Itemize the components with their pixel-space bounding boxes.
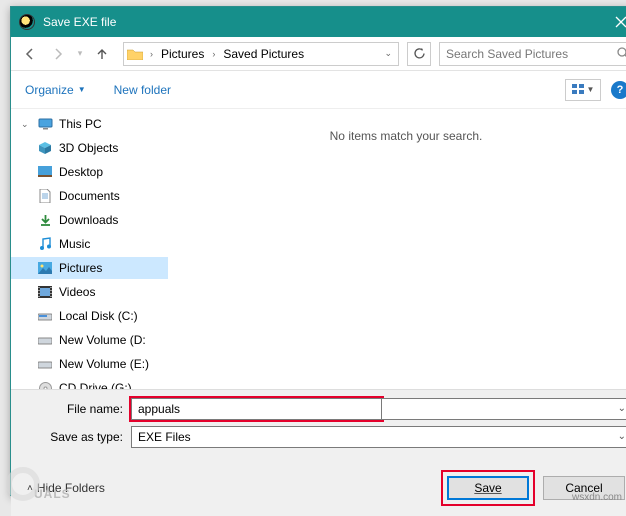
file-list: No items match your search. bbox=[169, 109, 626, 389]
tree-node[interactable]: Local Disk (C:) bbox=[11, 305, 168, 327]
tree-node[interactable]: CD Drive (G:) bbox=[11, 377, 168, 389]
chevron-down-icon: ⌄ bbox=[618, 403, 626, 414]
tree-node[interactable]: Downloads bbox=[11, 209, 168, 231]
chevron-right-icon: › bbox=[146, 49, 157, 59]
save-panel: File name: appuals ⌄ Save as type: EXE F… bbox=[11, 389, 626, 516]
chevron-down-icon: ▼ bbox=[587, 85, 595, 94]
view-icon bbox=[572, 84, 585, 95]
document-icon bbox=[37, 188, 53, 204]
chevron-down-icon[interactable]: ⌄ bbox=[384, 48, 398, 59]
organize-menu[interactable]: Organize ▼ bbox=[25, 83, 86, 97]
search-icon bbox=[617, 47, 626, 60]
filetype-label: Save as type: bbox=[23, 430, 131, 444]
source-watermark: wsxdn.com bbox=[572, 492, 622, 503]
tree-node[interactable]: Documents bbox=[11, 185, 168, 207]
tree-node[interactable]: 3D Objects bbox=[11, 137, 168, 159]
filename-input[interactable]: appuals bbox=[131, 398, 382, 420]
video-icon bbox=[37, 284, 53, 300]
save-button[interactable]: Save bbox=[447, 476, 529, 500]
tree-node[interactable]: New Volume (D: bbox=[11, 329, 168, 351]
computer-icon bbox=[37, 116, 53, 132]
window-title: Save EXE file bbox=[43, 15, 599, 29]
chevron-down-icon: ▼ bbox=[78, 85, 86, 94]
highlight-box: Save bbox=[441, 470, 535, 506]
empty-message: No items match your search. bbox=[330, 129, 483, 143]
refresh-icon bbox=[413, 47, 426, 60]
command-bar: Organize ▼ New folder ▼ ? bbox=[11, 71, 626, 109]
tree-node[interactable]: New Volume (E:) bbox=[11, 353, 168, 375]
tree-node-pictures[interactable]: Pictures bbox=[11, 257, 168, 279]
folder-icon bbox=[124, 43, 146, 65]
help-button[interactable]: ? bbox=[611, 81, 626, 99]
filetype-select[interactable]: EXE Files ⌄ bbox=[131, 426, 626, 448]
search-input[interactable]: Search Saved Pictures bbox=[439, 42, 626, 66]
breadcrumb-seg[interactable]: Pictures bbox=[157, 43, 208, 65]
filename-label: File name: bbox=[23, 402, 131, 416]
cd-icon bbox=[37, 380, 53, 389]
tree-node-this-pc[interactable]: ⌄ This PC bbox=[11, 113, 168, 135]
back-button[interactable] bbox=[17, 41, 43, 67]
arrow-left-icon bbox=[23, 47, 37, 61]
chevron-down-icon: ⌄ bbox=[618, 431, 626, 442]
chevron-right-icon: › bbox=[208, 49, 219, 59]
breadcrumb-seg[interactable]: Saved Pictures bbox=[219, 43, 308, 65]
refresh-button[interactable] bbox=[407, 42, 431, 66]
up-button[interactable] bbox=[89, 41, 115, 67]
arrow-right-icon bbox=[51, 47, 65, 61]
picture-icon bbox=[37, 260, 53, 276]
search-placeholder: Search Saved Pictures bbox=[446, 47, 568, 61]
close-button[interactable] bbox=[599, 7, 626, 37]
cube-icon bbox=[37, 140, 53, 156]
arrow-up-icon bbox=[95, 47, 109, 61]
desktop-icon bbox=[37, 164, 53, 180]
titlebar: Save EXE file bbox=[11, 7, 626, 37]
forward-button[interactable] bbox=[45, 41, 71, 67]
view-options-button[interactable]: ▼ bbox=[565, 79, 601, 101]
drive-icon bbox=[37, 308, 53, 324]
tree-node[interactable]: Videos bbox=[11, 281, 168, 303]
download-icon bbox=[37, 212, 53, 228]
save-dialog: Save EXE file ▾ › Pictures › Saved Pictu… bbox=[10, 6, 626, 496]
collapse-icon[interactable]: ⌄ bbox=[21, 119, 31, 130]
breadcrumb[interactable]: › Pictures › Saved Pictures ⌄ bbox=[123, 42, 399, 66]
close-icon bbox=[615, 16, 626, 28]
content-area: ⌄ This PC 3D Objects Desktop Documents D… bbox=[11, 109, 626, 389]
new-folder-button[interactable]: New folder bbox=[114, 83, 171, 97]
nav-bar: ▾ › Pictures › Saved Pictures ⌄ Search S… bbox=[11, 37, 626, 71]
drive-icon bbox=[37, 332, 53, 348]
music-icon bbox=[37, 236, 53, 252]
filename-combo-ext[interactable]: ⌄ bbox=[382, 398, 626, 420]
tree-node[interactable]: Music bbox=[11, 233, 168, 255]
drive-icon bbox=[37, 356, 53, 372]
tree-node[interactable]: Desktop bbox=[11, 161, 168, 183]
watermark-logo: UALS bbox=[0, 450, 100, 505]
recent-button[interactable]: ▾ bbox=[73, 41, 87, 67]
app-icon bbox=[19, 14, 35, 30]
nav-tree[interactable]: ⌄ This PC 3D Objects Desktop Documents D… bbox=[11, 109, 169, 389]
